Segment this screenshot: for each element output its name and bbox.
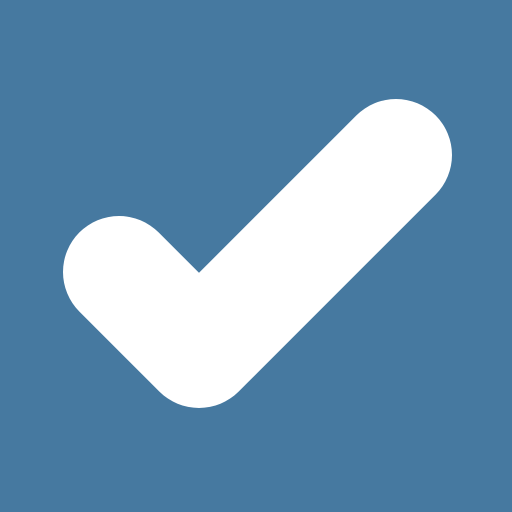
checkmark-icon [0,0,512,512]
checkmark-tile [0,0,512,512]
